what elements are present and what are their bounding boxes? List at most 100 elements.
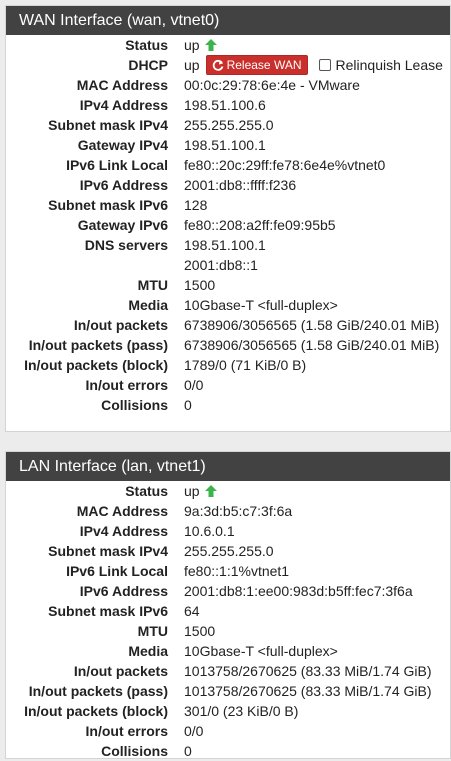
wan-row-linklocal6: IPv6 Link Local fe80::20c:29ff:fe78:6e4e…	[6, 155, 450, 175]
lan-row-media: Media 10Gbase-T <full-duplex>	[6, 641, 450, 661]
lan-row-ipv4: IPv4 Address 10.6.0.1	[6, 521, 450, 541]
lan-interface-title: LAN Interface (lan, vtnet1)	[6, 452, 450, 481]
lan-mac-value: 9a:3d:b5:c7:3f:6a	[184, 503, 293, 519]
wan-row-dhcp: DHCP up Release WAN Relinquish Lease	[6, 55, 450, 75]
lan-mac-label: MAC Address	[76, 503, 168, 519]
wan-ipv4-label: IPv4 Address	[79, 97, 168, 113]
wan-mtu-label: MTU	[137, 277, 168, 293]
lan-packets-pass-label: In/out packets (pass)	[28, 683, 168, 699]
wan-collisions-value: 0	[184, 397, 192, 413]
lan-row-packets-pass: In/out packets (pass) 1013758/2670625 (8…	[6, 681, 450, 701]
lan-errors-label: In/out errors	[85, 723, 168, 739]
lan-mtu-label: MTU	[137, 623, 168, 639]
wan-gateway6-label: Gateway IPv6	[77, 217, 168, 233]
lan-row-mac: MAC Address 9a:3d:b5:c7:3f:6a	[6, 501, 450, 521]
wan-dhcp-label: DHCP	[128, 57, 168, 73]
relinquish-lease-checkbox[interactable]	[318, 59, 331, 71]
wan-errors-label: In/out errors	[85, 377, 168, 393]
wan-packets-pass-label: In/out packets (pass)	[28, 337, 168, 353]
arrow-up-icon	[204, 485, 217, 497]
lan-collisions-value: 0	[184, 743, 192, 759]
lan-row-subnet4: Subnet mask IPv4 255.255.255.0	[6, 541, 450, 561]
wan-gateway4-label: Gateway IPv4	[77, 137, 168, 153]
lan-row-subnet6: Subnet mask IPv6 64	[6, 601, 450, 621]
lan-linklocal6-value: fe80::1:1%vtnet1	[184, 563, 290, 579]
lan-media-value: 10Gbase-T <full-duplex>	[184, 643, 338, 659]
wan-ipv4-value: 198.51.100.6	[184, 97, 266, 113]
lan-packets-label: In/out packets	[73, 663, 168, 679]
wan-packets-block-label: In/out packets (block)	[24, 357, 168, 373]
wan-subnet6-value: 128	[184, 197, 208, 213]
lan-errors-value: 0/0	[184, 723, 204, 739]
wan-linklocal6-label: IPv6 Link Local	[66, 157, 168, 173]
wan-row-gateway6: Gateway IPv6 fe80::208:a2ff:fe09:95b5	[6, 215, 450, 235]
wan-packets-pass-value: 6738906/3056565 (1.58 GiB/240.01 MiB)	[184, 337, 440, 353]
lan-subnet6-label: Subnet mask IPv6	[48, 603, 168, 619]
wan-row-gateway4: Gateway IPv4 198.51.100.1	[6, 135, 450, 155]
lan-ipv4-value: 10.6.0.1	[184, 523, 235, 539]
wan-dns-value-2: 2001:db8::1	[184, 257, 258, 273]
lan-packets-value: 1013758/2670625 (83.33 MiB/1.74 GiB)	[184, 663, 432, 679]
lan-row-ipv6: IPv6 Address 2001:db8:1:ee00:983d:b5ff:f…	[6, 581, 450, 601]
wan-subnet4-label: Subnet mask IPv4	[48, 117, 168, 133]
wan-dhcp-value: up Release WAN Relinquish Lease	[184, 55, 443, 75]
relinquish-lease-label: Relinquish Lease	[335, 57, 443, 73]
wan-mtu-value: 1500	[184, 277, 216, 293]
lan-row-packets: In/out packets 1013758/2670625 (83.33 Mi…	[6, 661, 450, 681]
wan-status-value: up	[184, 35, 218, 55]
wan-dns-label: DNS servers	[84, 237, 168, 253]
wan-errors-value: 0/0	[184, 377, 204, 393]
wan-row-ipv4: IPv4 Address 198.51.100.6	[6, 95, 450, 115]
wan-row-status: Status up	[6, 35, 450, 55]
wan-row-dns-2: 2001:db8::1	[6, 255, 450, 275]
wan-row-packets: In/out packets 6738906/3056565 (1.58 GiB…	[6, 315, 450, 335]
wan-row-media: Media 10Gbase-T <full-duplex>	[6, 295, 450, 315]
wan-row-errors: In/out errors 0/0	[6, 375, 450, 395]
lan-row-linklocal6: IPv6 Link Local fe80::1:1%vtnet1	[6, 561, 450, 581]
lan-linklocal6-label: IPv6 Link Local	[66, 563, 168, 579]
wan-dns-value-1: 198.51.100.1	[184, 237, 266, 253]
wan-packets-label: In/out packets	[73, 317, 168, 333]
lan-packets-block-value: 301/0 (23 KiB/0 B)	[184, 703, 299, 719]
wan-subnet4-value: 255.255.255.0	[184, 117, 274, 133]
wan-mac-value: 00:0c:29:78:6e:4e - VMware	[184, 77, 360, 93]
wan-packets-value: 6738906/3056565 (1.58 GiB/240.01 MiB)	[184, 317, 440, 333]
wan-row-subnet4: Subnet mask IPv4 255.255.255.0	[6, 115, 450, 135]
lan-status-label: Status	[125, 483, 168, 499]
lan-row-packets-block: In/out packets (block) 301/0 (23 KiB/0 B…	[6, 701, 450, 721]
wan-media-value: 10Gbase-T <full-duplex>	[184, 297, 338, 313]
lan-status-value: up	[184, 481, 218, 501]
lan-subnet4-label: Subnet mask IPv4	[48, 543, 168, 559]
lan-interface-panel: LAN Interface (lan, vtnet1) Status up MA…	[5, 451, 451, 759]
wan-gateway6-value: fe80::208:a2ff:fe09:95b5	[184, 217, 336, 233]
lan-ipv4-label: IPv4 Address	[79, 523, 168, 539]
lan-mtu-value: 1500	[184, 623, 216, 639]
lan-media-label: Media	[128, 643, 168, 659]
wan-row-packets-block: In/out packets (block) 1789/0 (71 KiB/0 …	[6, 355, 450, 375]
wan-gateway4-value: 198.51.100.1	[184, 137, 266, 153]
lan-subnet4-value: 255.255.255.0	[184, 543, 274, 559]
wan-media-label: Media	[128, 297, 168, 313]
wan-packets-block-value: 1789/0 (71 KiB/0 B)	[184, 357, 307, 373]
relinquish-lease-option[interactable]: Relinquish Lease	[318, 55, 443, 75]
wan-ipv6-label: IPv6 Address	[79, 177, 168, 193]
wan-row-dns: DNS servers 198.51.100.1	[6, 235, 450, 255]
wan-ipv6-value: 2001:db8::ffff:f236	[184, 177, 297, 193]
wan-collisions-label: Collisions	[101, 397, 168, 413]
wan-row-subnet6: Subnet mask IPv6 128	[6, 195, 450, 215]
wan-row-mac: MAC Address 00:0c:29:78:6e:4e - VMware	[6, 75, 450, 95]
lan-row-collisions: Collisions 0	[6, 741, 450, 761]
release-wan-button[interactable]: Release WAN	[205, 55, 308, 75]
lan-row-errors: In/out errors 0/0	[6, 721, 450, 741]
wan-row-collisions: Collisions 0	[6, 395, 450, 415]
wan-row-mtu: MTU 1500	[6, 275, 450, 295]
wan-interface-panel: WAN Interface (wan, vtnet0) Status up DH…	[5, 5, 451, 432]
refresh-icon	[212, 59, 223, 71]
wan-status-label: Status	[125, 37, 168, 53]
lan-row-mtu: MTU 1500	[6, 621, 450, 641]
lan-packets-block-label: In/out packets (block)	[24, 703, 168, 719]
lan-ipv6-value: 2001:db8:1:ee00:983d:b5ff:fec7:3f6a	[184, 583, 413, 599]
wan-linklocal6-value: fe80::20c:29ff:fe78:6e4e%vtnet0	[184, 157, 386, 173]
wan-mac-label: MAC Address	[76, 77, 168, 93]
lan-row-status: Status up	[6, 481, 450, 501]
